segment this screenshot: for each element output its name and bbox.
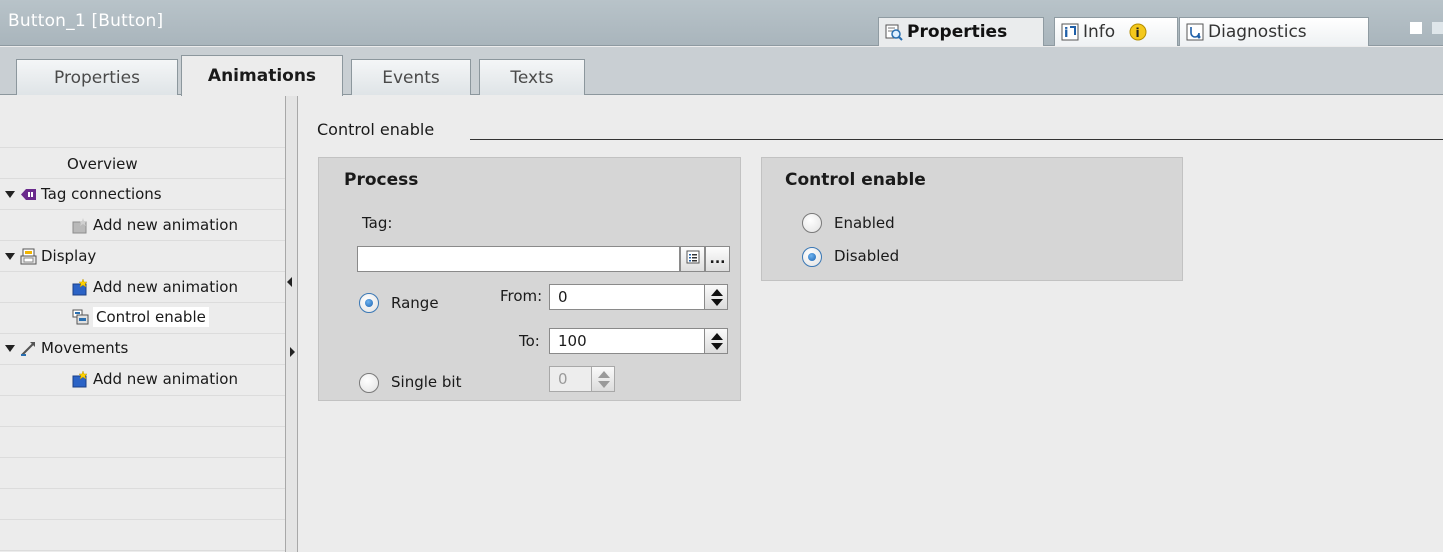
inspector-tab-info[interactable]: i Info i bbox=[1054, 17, 1178, 46]
inspector-titlebar: Button_1 [Button] Properties i Info i Di… bbox=[0, 0, 1443, 46]
float-window-icon[interactable] bbox=[1410, 22, 1422, 34]
movement-icon bbox=[20, 340, 37, 357]
range-radio[interactable] bbox=[359, 293, 379, 313]
control-enable-panel: Control enable Enabled Disabled bbox=[761, 157, 1183, 281]
tab-texts-label: Texts bbox=[510, 67, 554, 88]
window-title: Button_1 [Button] bbox=[8, 11, 164, 31]
disabled-radio[interactable] bbox=[802, 247, 822, 267]
disabled-label: Disabled bbox=[834, 247, 900, 265]
from-spinner[interactable] bbox=[704, 284, 728, 310]
nav-tag-add-animation-label: Add new animation bbox=[93, 216, 238, 234]
spin-up-icon[interactable] bbox=[711, 289, 723, 296]
inspector-tab-properties[interactable]: Properties bbox=[878, 17, 1044, 46]
diagnostics-icon bbox=[1186, 23, 1204, 41]
info-icon: i bbox=[1061, 23, 1079, 41]
single-bit-spinner[interactable] bbox=[591, 366, 615, 392]
tag-browse-button[interactable]: ... bbox=[705, 246, 730, 272]
expand-triangle-icon[interactable] bbox=[5, 190, 15, 198]
list-icon bbox=[686, 250, 700, 268]
tab-events[interactable]: Events bbox=[351, 59, 471, 95]
spin-up-icon[interactable] bbox=[598, 371, 610, 378]
tab-animations[interactable]: Animations bbox=[181, 55, 343, 96]
nav-movements-add-animation-label: Add new animation bbox=[93, 370, 238, 388]
properties-magnifier-icon bbox=[885, 23, 903, 41]
svg-text:i: i bbox=[1136, 26, 1140, 40]
spin-up-icon[interactable] bbox=[711, 333, 723, 340]
nav-movements[interactable]: Movements bbox=[5, 337, 128, 359]
spin-down-icon[interactable] bbox=[711, 299, 723, 306]
nav-control-enable-label: Control enable bbox=[93, 307, 209, 327]
nav-display-add-animation[interactable]: Add new animation bbox=[72, 276, 238, 298]
display-icon bbox=[20, 248, 37, 265]
expand-right-arrow-icon[interactable] bbox=[290, 347, 295, 357]
add-animation-icon bbox=[72, 369, 89, 388]
animation-nav-tree: Overview Tag connections Add new animati… bbox=[0, 96, 285, 552]
spin-down-icon[interactable] bbox=[598, 381, 610, 388]
single-bit-label: Single bit bbox=[391, 373, 462, 391]
from-input[interactable]: 0 bbox=[549, 284, 705, 310]
nav-movements-label: Movements bbox=[41, 339, 129, 357]
process-title: Process bbox=[344, 170, 419, 190]
nav-control-enable[interactable]: Control enable bbox=[72, 306, 209, 328]
section-divider bbox=[470, 139, 1443, 140]
inspector-tab-info-label: Info bbox=[1083, 22, 1116, 42]
inspector-tab-diagnostics-label: Diagnostics bbox=[1208, 22, 1307, 42]
nav-display[interactable]: Display bbox=[5, 245, 96, 267]
nav-tag-add-animation[interactable]: Add new animation bbox=[72, 214, 238, 236]
expand-triangle-icon[interactable] bbox=[5, 344, 15, 352]
nav-tag-connections-label: Tag connections bbox=[41, 185, 162, 203]
to-input[interactable]: 100 bbox=[549, 328, 705, 354]
to-spinner[interactable] bbox=[704, 328, 728, 354]
tab-animations-label: Animations bbox=[207, 66, 317, 86]
nav-movements-add-animation[interactable]: Add new animation bbox=[72, 368, 238, 390]
control-enable-icon bbox=[72, 309, 89, 326]
window-menu-icon[interactable] bbox=[1432, 22, 1443, 34]
to-label: To: bbox=[519, 332, 540, 350]
nav-overview[interactable]: Overview bbox=[67, 153, 138, 175]
tag-connection-icon bbox=[20, 186, 37, 203]
single-bit-radio[interactable] bbox=[359, 373, 379, 393]
svg-text:i: i bbox=[1064, 26, 1068, 41]
enabled-label: Enabled bbox=[834, 214, 895, 232]
nav-tag-connections[interactable]: Tag connections bbox=[5, 183, 162, 205]
tab-events-label: Events bbox=[382, 67, 440, 88]
tab-properties[interactable]: Properties bbox=[16, 59, 178, 95]
pane-splitter[interactable] bbox=[285, 96, 298, 552]
control-enable-title: Control enable bbox=[785, 170, 926, 190]
range-label: Range bbox=[391, 294, 439, 312]
tag-label: Tag: bbox=[362, 214, 393, 232]
spin-down-icon[interactable] bbox=[711, 343, 723, 350]
section-title: Control enable bbox=[317, 120, 435, 139]
nav-display-label: Display bbox=[41, 247, 97, 265]
nav-display-add-animation-label: Add new animation bbox=[93, 278, 238, 296]
inspector-tab-diagnostics[interactable]: Diagnostics bbox=[1179, 17, 1369, 46]
expand-triangle-icon[interactable] bbox=[5, 252, 15, 260]
tab-properties-label: Properties bbox=[54, 67, 140, 88]
from-label: From: bbox=[500, 287, 543, 305]
process-panel: Process Tag: ... Range From: 0 To: 100 S… bbox=[318, 157, 741, 401]
tab-texts[interactable]: Texts bbox=[479, 59, 585, 95]
tag-list-button[interactable] bbox=[680, 246, 705, 272]
inspector-tab-properties-label: Properties bbox=[907, 22, 1008, 42]
info-badge-icon: i bbox=[1129, 23, 1147, 41]
tab-bar: Properties Animations Events Texts bbox=[0, 47, 1443, 96]
add-animation-disabled-icon bbox=[72, 217, 89, 234]
add-animation-icon bbox=[72, 277, 89, 296]
enabled-radio[interactable] bbox=[802, 213, 822, 233]
single-bit-input[interactable]: 0 bbox=[549, 366, 592, 392]
tag-input[interactable] bbox=[357, 246, 680, 272]
collapse-left-arrow-icon[interactable] bbox=[287, 277, 292, 287]
nav-overview-label: Overview bbox=[67, 155, 138, 173]
